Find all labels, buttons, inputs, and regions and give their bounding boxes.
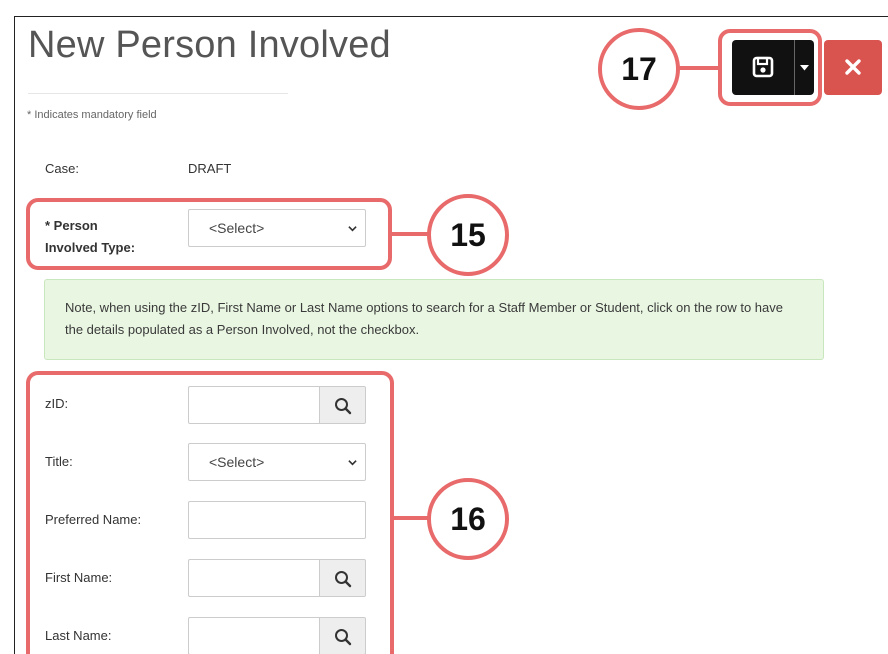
annotation-connector-17 [678,66,720,70]
annotation-callout-17: 17 [598,28,680,110]
title-divider [28,93,288,94]
annotation-callout-15: 15 [427,194,509,276]
annotation-callout-16: 16 [427,478,509,560]
close-button[interactable] [824,40,882,95]
close-icon [845,59,861,75]
page-title: New Person Involved [28,24,391,66]
annotation-box-17 [718,29,822,106]
annotation-box-15 [26,198,392,270]
search-note-alert: Note, when using the zID, First Name or … [44,279,824,360]
mandatory-field-note: * Indicates mandatory field [27,109,157,121]
case-label: Case: [45,161,79,176]
annotation-connector-16 [392,516,428,520]
case-value: DRAFT [188,161,232,176]
annotation-box-16 [26,371,394,654]
annotation-connector-15 [390,232,428,236]
